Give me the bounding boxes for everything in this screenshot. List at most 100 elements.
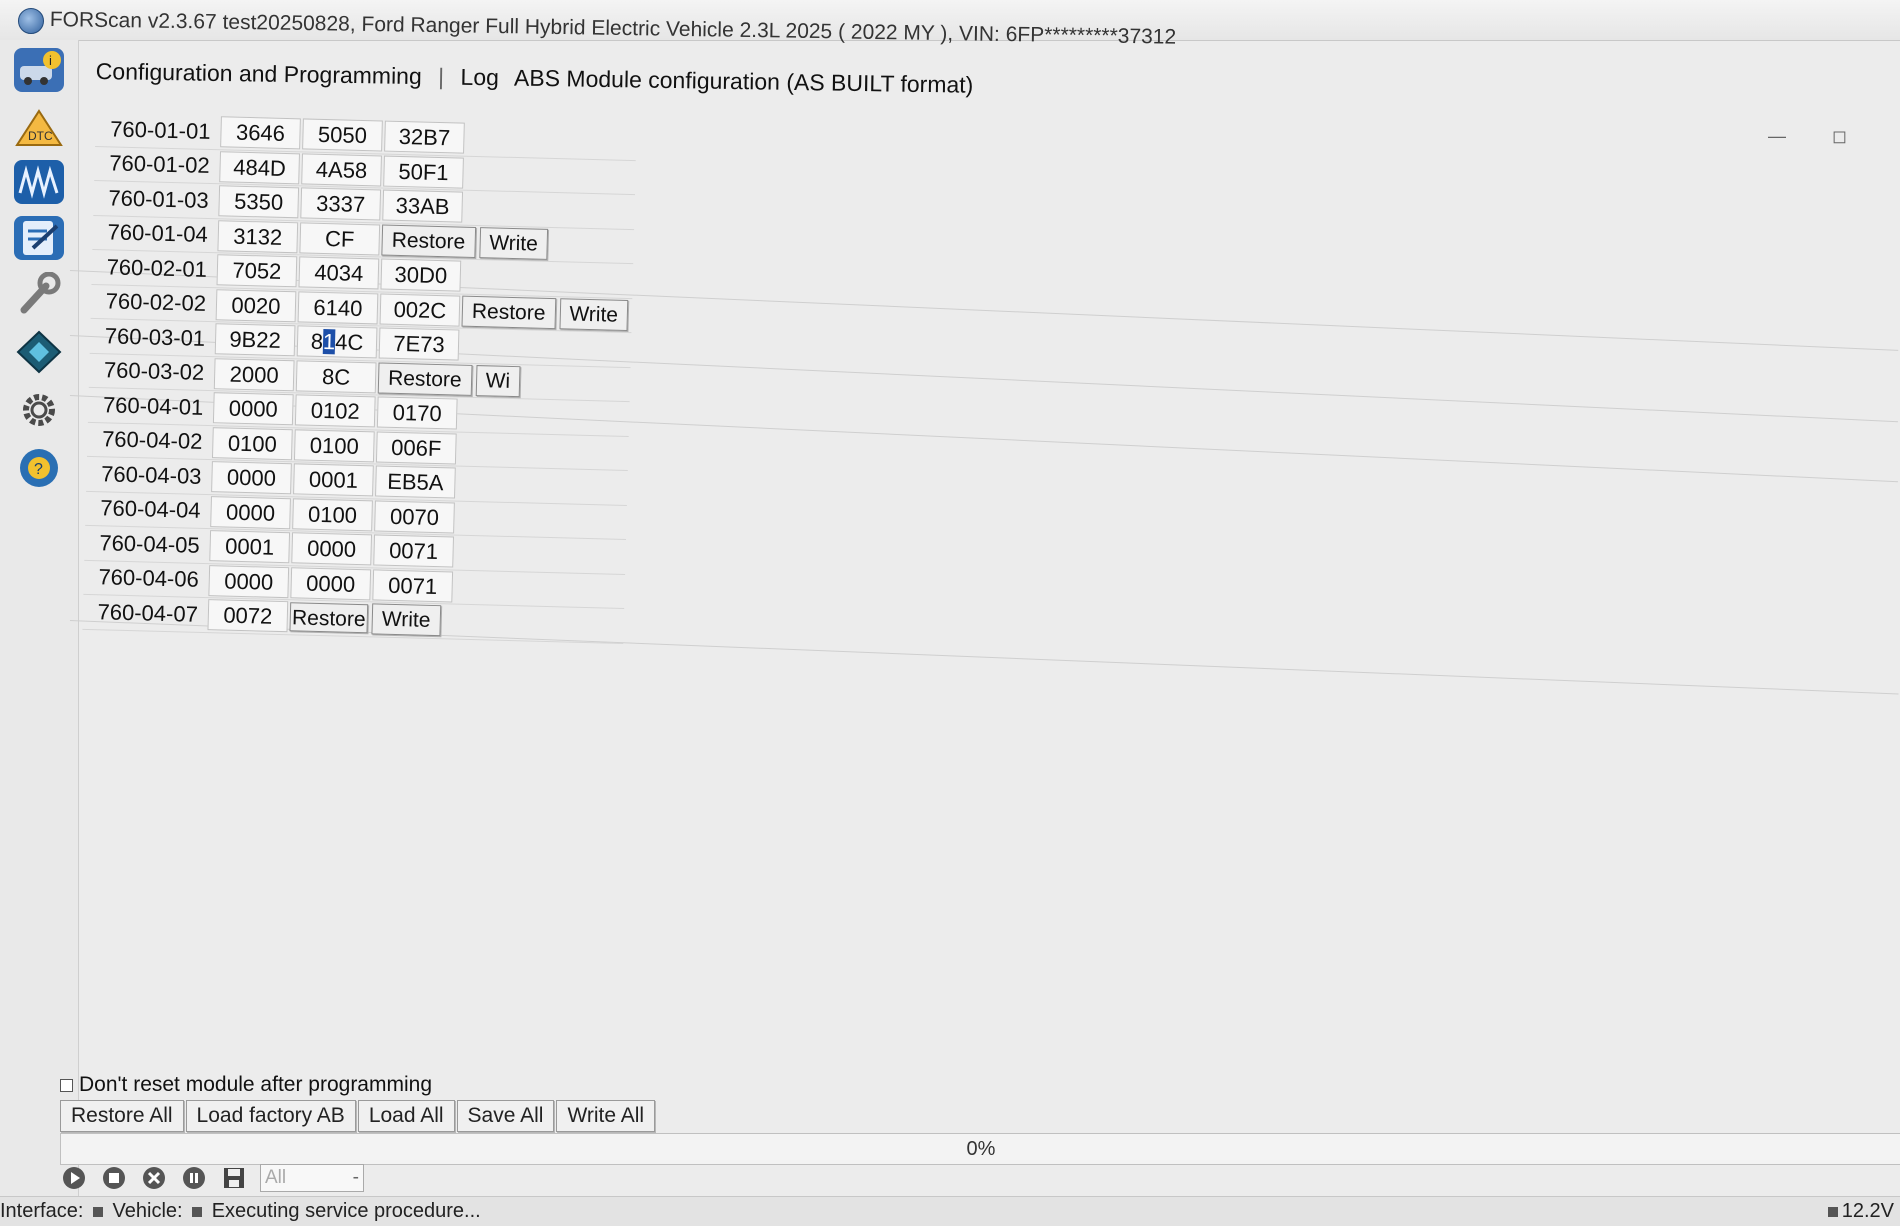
value-cell-editing[interactable]: 814C xyxy=(296,325,378,359)
title-bar: FORScan v2.3.67 test20250828, Ford Range… xyxy=(0,0,1900,49)
dtc-icon[interactable]: DTC xyxy=(14,106,64,150)
value-cell[interactable]: 0100 xyxy=(211,426,293,460)
log-filter-select[interactable]: All - xyxy=(260,1164,364,1192)
oscilloscope-icon[interactable] xyxy=(14,160,64,204)
value-cell[interactable]: 0170 xyxy=(376,396,458,430)
value-cell[interactable]: 2000 xyxy=(213,357,295,392)
value-cell[interactable]: 7E73 xyxy=(378,327,460,361)
checklist-icon[interactable] xyxy=(14,216,64,260)
value-cell[interactable]: 484D xyxy=(219,151,300,185)
value-cell[interactable]: 9B22 xyxy=(214,323,296,357)
pause-icon[interactable] xyxy=(180,1164,208,1192)
value-cell[interactable]: 0000 xyxy=(291,532,373,566)
restore-button[interactable]: Restore xyxy=(377,362,473,396)
row-label: 760-03-01 xyxy=(104,323,206,351)
value-cell[interactable]: 0070 xyxy=(374,500,455,534)
row-label: 760-01-01 xyxy=(109,116,211,144)
value-cell[interactable]: 50F1 xyxy=(383,155,464,189)
value-cell[interactable]: 0072 xyxy=(207,599,289,633)
window-title: FORScan v2.3.67 test20250828, Ford Range… xyxy=(49,8,1177,49)
clear-icon[interactable] xyxy=(140,1164,168,1192)
restore-button[interactable]: Restore xyxy=(461,295,556,329)
value-cell[interactable]: 0000 xyxy=(212,392,294,426)
restore-all-button[interactable]: Restore All xyxy=(60,1100,184,1132)
value-cell[interactable]: 3337 xyxy=(300,187,382,221)
row-label: 760-04-03 xyxy=(100,461,202,489)
restore-button[interactable]: Restore xyxy=(289,602,369,634)
stop-icon[interactable] xyxy=(100,1164,128,1192)
settings-gear-icon[interactable] xyxy=(14,388,64,432)
value-cell[interactable]: 3646 xyxy=(220,116,301,150)
row-label: 760-04-04 xyxy=(99,495,201,524)
value-cell[interactable]: 4034 xyxy=(298,256,380,290)
value-cell[interactable]: EB5A xyxy=(375,465,456,499)
value-cell[interactable]: 6140 xyxy=(297,291,379,325)
write-button[interactable]: Write xyxy=(559,297,629,331)
restore-button[interactable]: Restore xyxy=(381,224,476,258)
value-cell[interactable]: 0001 xyxy=(293,463,374,497)
row-label: 760-04-05 xyxy=(99,529,201,558)
write-all-button[interactable]: Write All xyxy=(556,1100,656,1132)
value-cell[interactable]: 4A58 xyxy=(301,153,382,187)
value-cell[interactable]: 8C xyxy=(295,360,377,394)
help-icon[interactable]: ? xyxy=(14,446,64,490)
value-cell[interactable]: 30D0 xyxy=(380,258,462,292)
value-cell[interactable]: 5050 xyxy=(302,118,383,152)
minimize-button[interactable]: — xyxy=(1768,126,1786,147)
cell-text-before-cursor: 8 xyxy=(310,328,324,355)
write-button[interactable]: Wi xyxy=(475,364,521,397)
value-cell[interactable]: 0071 xyxy=(373,534,455,568)
play-icon[interactable] xyxy=(60,1164,88,1192)
voltage-value: 12.2V xyxy=(1841,1200,1894,1222)
tab-log[interactable]: Log xyxy=(460,64,499,91)
write-button[interactable]: Write xyxy=(478,226,549,260)
value-cell[interactable]: 0000 xyxy=(208,564,290,598)
row-label: 760-04-07 xyxy=(97,598,199,627)
vehicle-status-label: Vehicle: xyxy=(112,1200,183,1222)
chevron-down-icon: - xyxy=(352,1167,359,1188)
row-label: 760-04-01 xyxy=(102,392,204,420)
vehicle-info-icon[interactable]: i xyxy=(14,48,64,92)
value-cell[interactable]: 0071 xyxy=(372,569,454,603)
forscan-app-icon xyxy=(18,8,44,34)
write-button[interactable]: Write xyxy=(371,603,441,637)
value-cell[interactable]: 7052 xyxy=(216,254,298,288)
dont-reset-module-option[interactable]: Don't reset module after programming xyxy=(60,1073,432,1097)
value-cell[interactable]: 0100 xyxy=(292,498,373,532)
value-cell[interactable]: 5350 xyxy=(218,185,300,219)
value-cell[interactable]: 0000 xyxy=(210,495,291,529)
cell-text-after-cursor: 4C xyxy=(334,329,364,356)
row-label: 760-04-02 xyxy=(101,426,203,455)
tab-configuration-programming[interactable]: Configuration and Programming xyxy=(96,58,422,89)
wrench-icon[interactable] xyxy=(14,272,64,316)
load-factory-ab-button[interactable]: Load factory AB xyxy=(185,1100,356,1132)
row-label: 760-01-03 xyxy=(108,185,210,213)
row-label: 760-03-02 xyxy=(103,357,205,386)
value-cell[interactable]: 0000 xyxy=(290,567,372,601)
value-cell[interactable]: CF xyxy=(299,222,381,256)
log-toolbar: All - xyxy=(60,1163,364,1193)
restore-button[interactable]: ◻ xyxy=(1832,126,1847,147)
value-cell[interactable]: 0102 xyxy=(294,394,376,428)
save-icon[interactable] xyxy=(220,1164,248,1192)
svg-text:i: i xyxy=(49,53,52,68)
value-cell[interactable]: 0000 xyxy=(211,461,292,495)
value-cell[interactable]: 3132 xyxy=(217,219,299,254)
sidebar: i DTC ? xyxy=(0,40,79,1210)
row-label: 760-02-01 xyxy=(106,254,208,282)
value-cell[interactable]: 0020 xyxy=(215,288,297,323)
value-cell[interactable]: 0100 xyxy=(293,429,375,463)
value-cell[interactable]: 32B7 xyxy=(384,120,465,154)
value-cell[interactable]: 002C xyxy=(379,293,461,327)
value-cell[interactable]: 33AB xyxy=(382,189,464,223)
value-cell[interactable]: 0001 xyxy=(209,530,291,564)
as-built-config-table: 760-01-01 3646 5050 32B7 760-01-02 484D … xyxy=(82,112,637,644)
vehicle-status-indicator-icon xyxy=(192,1207,203,1217)
value-cell[interactable]: 006F xyxy=(375,431,457,465)
programming-icon[interactable] xyxy=(14,330,64,374)
tab-abs-module-configuration[interactable]: ABS Module configuration (AS BUILT forma… xyxy=(514,65,974,98)
load-all-button[interactable]: Load All xyxy=(357,1100,455,1132)
interface-status-label: Interface: xyxy=(0,1200,84,1222)
save-all-button[interactable]: Save All xyxy=(456,1100,555,1132)
dont-reset-checkbox[interactable] xyxy=(60,1078,73,1092)
